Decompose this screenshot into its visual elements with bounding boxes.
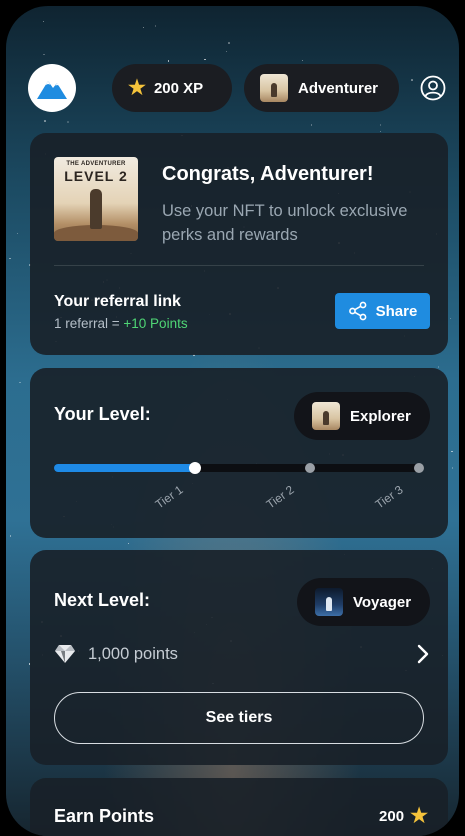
earn-points-amount[interactable]: 200 ★ (379, 806, 428, 826)
star-dot (451, 450, 453, 453)
star-dot (449, 317, 452, 320)
tier-3-label: Tier 3 (372, 482, 406, 512)
earn-points-card: Earn Points 200 ★ (30, 778, 448, 836)
next-level-card: Next Level: Voyager 1,000 points See tie… (30, 550, 448, 765)
level-progress-fill (54, 464, 195, 472)
referral-reward: +10 Points (123, 316, 188, 331)
level-progress-track (54, 462, 424, 474)
rank-pill[interactable]: Adventurer (244, 64, 399, 112)
mountain-logo-icon (37, 81, 67, 99)
star-icon: ★ (128, 77, 146, 99)
nft-level-text: LEVEL 2 (64, 168, 128, 184)
voyager-nft-thumbnail (315, 588, 343, 616)
star-dot (154, 25, 157, 27)
star-icon: ★ (410, 805, 428, 827)
star-dot (42, 20, 45, 23)
share-label: Share (375, 302, 418, 320)
star-dot (127, 542, 130, 545)
level-progress-knob (188, 462, 201, 474)
star-dot (9, 535, 12, 537)
nft-image[interactable]: THE ADVENTURER LEVEL 2 (54, 157, 138, 241)
required-points: 1,000 points (88, 644, 178, 663)
divider (54, 265, 424, 266)
star-dot (44, 120, 46, 122)
xp-pill[interactable]: ★ 200 XP (112, 64, 232, 112)
user-circle-icon (420, 75, 446, 101)
next-level-label: Voyager (353, 593, 412, 611)
congrats-title: Congrats, Adventurer! (162, 163, 374, 185)
app-logo[interactable] (28, 64, 76, 112)
star-dot (451, 467, 454, 469)
referral-subtitle: 1 referral = +10 Points (54, 316, 188, 331)
gem-icon (54, 644, 76, 664)
star-dot (67, 121, 69, 123)
current-level-label: Explorer (350, 407, 411, 425)
current-level-badge[interactable]: Explorer (294, 392, 430, 440)
star-dot (9, 257, 11, 260)
earn-points-value: 200 (379, 807, 405, 825)
adventurer-nft-thumbnail (260, 74, 288, 102)
star-dot (225, 50, 228, 53)
share-icon (348, 301, 367, 321)
share-button[interactable]: Share (335, 293, 430, 329)
congrats-card: THE ADVENTURER LEVEL 2 Congrats, Adventu… (30, 133, 448, 355)
required-points-row[interactable]: 1,000 points (54, 640, 430, 668)
star-dot (16, 232, 19, 235)
star-dot (379, 124, 382, 126)
rank-label: Adventurer (298, 79, 379, 97)
next-level-title: Next Level: (54, 590, 151, 610)
star-dot (142, 26, 145, 29)
xp-value: 200 XP (153, 79, 204, 97)
referral-title: Your referral link (54, 293, 181, 310)
star-dot (228, 42, 230, 44)
your-level-card: Your Level: Explorer Tier 1 Tier 2 Tier … (30, 368, 448, 538)
tier-2-dot (305, 463, 315, 473)
referral-prefix: 1 referral = (54, 316, 124, 331)
tier-2-label: Tier 2 (263, 482, 297, 512)
explorer-nft-thumbnail (312, 402, 340, 430)
top-bar: ★ 200 XP Adventurer (6, 62, 459, 114)
profile-button[interactable] (419, 74, 447, 102)
tier-3-dot (414, 463, 424, 473)
chevron-right-icon[interactable] (416, 644, 430, 664)
star-dot (437, 366, 440, 368)
star-dot (204, 58, 206, 61)
app-screen: ★ 200 XP Adventurer THE ADVENTURER LEVEL… (6, 6, 459, 836)
next-level-badge[interactable]: Voyager (297, 578, 430, 626)
star-dot (43, 53, 45, 56)
star-dot (19, 381, 21, 384)
your-level-title: Your Level: (54, 404, 151, 424)
star-dot (301, 59, 304, 62)
earn-points-title: Earn Points (54, 806, 155, 826)
congrats-subtitle: Use your NFT to unlock exclusive perks a… (162, 202, 408, 244)
see-tiers-button[interactable]: See tiers (54, 692, 424, 744)
nft-hiker-figure (90, 189, 102, 229)
star-dot (310, 124, 313, 126)
tier-1-label: Tier 1 (152, 482, 186, 512)
nft-caption: THE ADVENTURER (66, 161, 126, 167)
